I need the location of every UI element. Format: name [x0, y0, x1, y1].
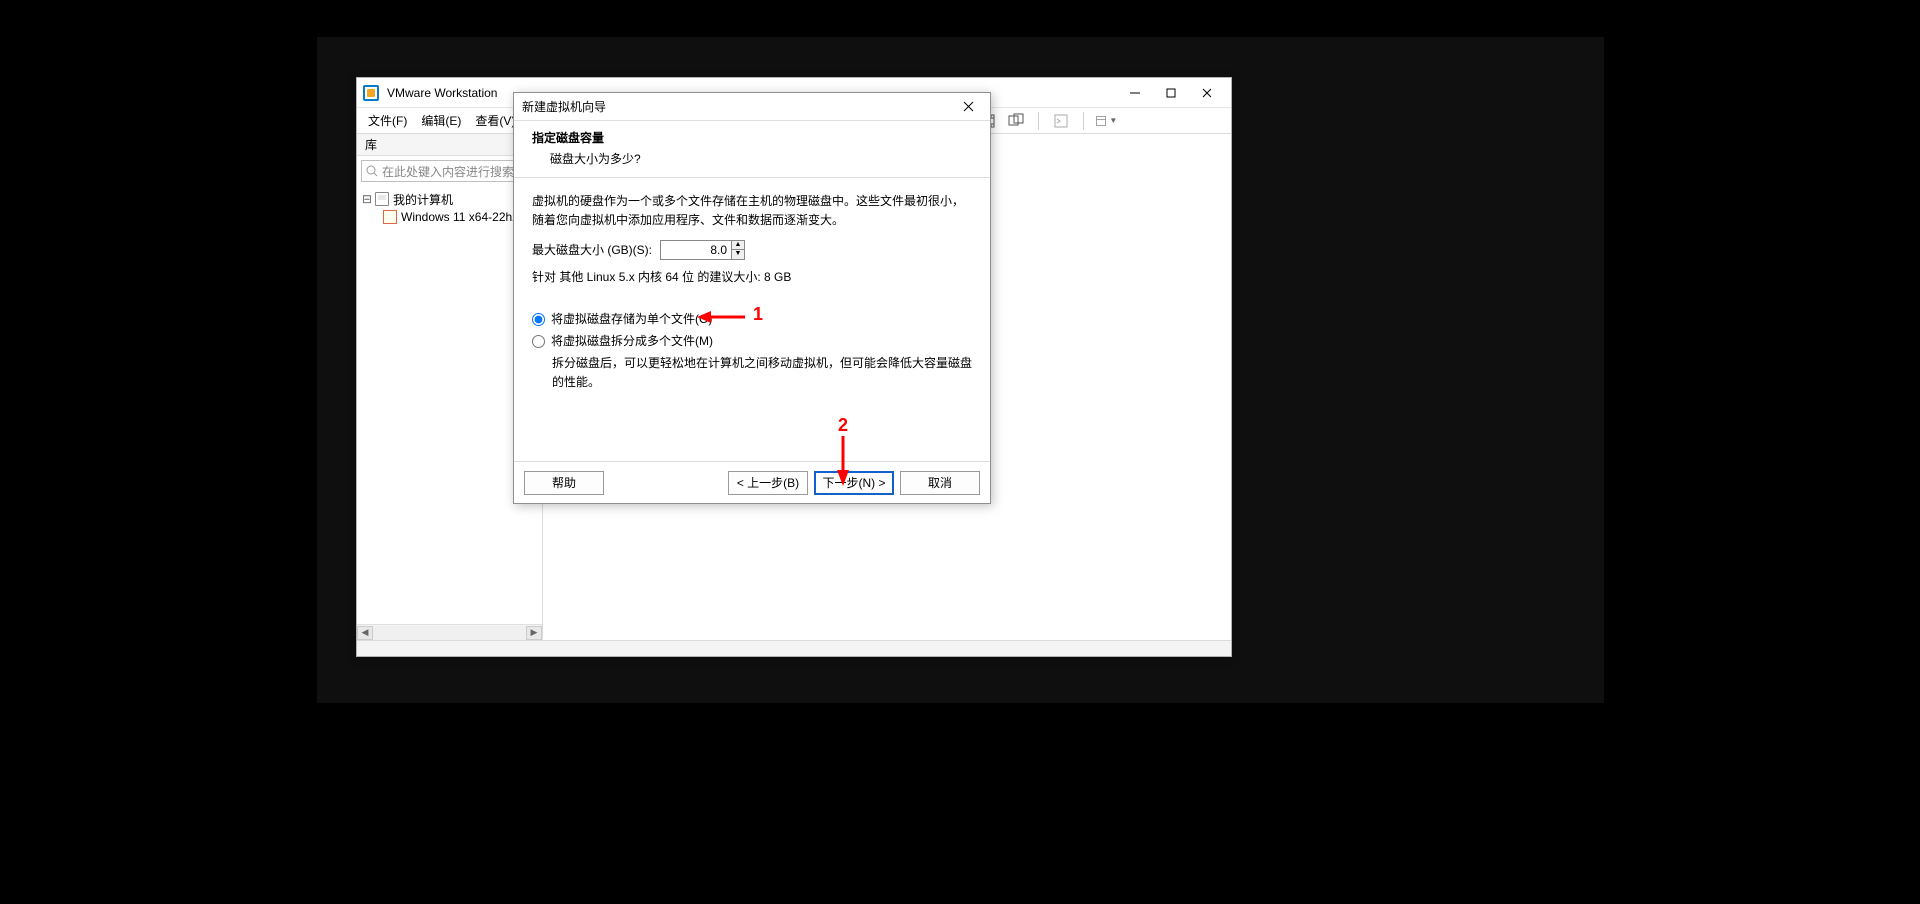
scroll-right-button[interactable]: ▶: [526, 626, 542, 640]
close-button[interactable]: [1189, 81, 1225, 105]
radio-single-file-input[interactable]: [532, 313, 545, 326]
menu-edit[interactable]: 编辑(E): [414, 108, 468, 133]
tree-collapse-icon[interactable]: ⊟: [361, 192, 373, 206]
toolbar-separator: [1038, 112, 1039, 130]
status-bar: [357, 640, 1231, 656]
back-button[interactable]: < 上一步(B): [728, 471, 808, 495]
dialog-heading: 指定磁盘容量: [532, 129, 972, 146]
help-button[interactable]: 帮助: [524, 471, 604, 495]
computer-icon: [375, 192, 389, 206]
tree-item-windows11[interactable]: Windows 11 x64-22h2: [361, 208, 538, 226]
layout-icon[interactable]: ▼: [1095, 110, 1117, 132]
sidebar-h-scrollbar[interactable]: ◀ ▶: [357, 624, 542, 640]
radio-split-files[interactable]: 将虚拟磁盘拆分成多个文件(M): [532, 332, 972, 351]
window-controls: [1117, 81, 1225, 105]
vm-icon: [383, 210, 397, 224]
radio-split-files-input[interactable]: [532, 335, 545, 348]
maximize-button[interactable]: [1153, 81, 1189, 105]
search-input[interactable]: 在此处键入内容进行搜索: [361, 160, 520, 182]
tree-root-my-computer[interactable]: ⊟ 我的计算机: [361, 190, 538, 208]
disk-description-text: 虚拟机的硬盘作为一个或多个文件存储在主机的物理磁盘中。这些文件最初很小，随着您向…: [532, 192, 972, 230]
disk-size-row: 最大磁盘大小 (GB)(S): ▲ ▼: [532, 240, 972, 260]
dialog-close-button[interactable]: [954, 96, 982, 118]
next-button[interactable]: 下一步(N) >: [814, 471, 894, 495]
tree-item-label: Windows 11 x64-22h2: [401, 210, 519, 224]
cancel-button[interactable]: 取消: [900, 471, 980, 495]
spin-up-button[interactable]: ▲: [731, 240, 745, 250]
dialog-subheading: 磁盘大小为多少?: [532, 150, 972, 167]
vmware-app-icon: [363, 85, 379, 101]
spin-down-button[interactable]: ▼: [731, 250, 745, 260]
radio-split-files-label: 将虚拟磁盘拆分成多个文件(M): [551, 332, 713, 351]
scroll-track[interactable]: [373, 626, 526, 640]
dialog-title: 新建虚拟机向导: [522, 98, 606, 115]
new-vm-wizard-dialog: 新建虚拟机向导 指定磁盘容量 磁盘大小为多少? 虚拟机的硬盘作为一个或多个文件存…: [513, 92, 991, 504]
dialog-titlebar: 新建虚拟机向导: [514, 93, 990, 121]
disk-size-spinner: ▲ ▼: [660, 240, 745, 260]
dialog-header: 指定磁盘容量 磁盘大小为多少?: [514, 121, 990, 178]
dialog-footer: 帮助 < 上一步(B) 下一步(N) > 取消: [514, 461, 990, 503]
close-icon: [963, 101, 974, 112]
search-icon: [366, 165, 378, 177]
minimize-button[interactable]: [1117, 81, 1153, 105]
spinner-buttons: ▲ ▼: [731, 240, 745, 260]
toolbar-separator: [1083, 112, 1084, 130]
search-placeholder: 在此处键入内容进行搜索: [382, 163, 514, 180]
radio-single-file[interactable]: 将虚拟磁盘存储为单个文件(O): [532, 310, 972, 329]
recommended-size-text: 针对 其他 Linux 5.x 内核 64 位 的建议大小: 8 GB: [532, 268, 972, 287]
scroll-left-button[interactable]: ◀: [357, 626, 373, 640]
dialog-body: 虚拟机的硬盘作为一个或多个文件存储在主机的物理磁盘中。这些文件最初很小，随着您向…: [514, 178, 990, 461]
menu-file[interactable]: 文件(F): [361, 108, 414, 133]
dropdown-caret-icon: ▼: [1109, 116, 1117, 125]
sidebar-title: 库: [365, 136, 377, 153]
stage: VMware Workstation 文件(F) 编辑(E) 查看(V) 虚拟机…: [0, 0, 1920, 904]
screenshot-frame: VMware Workstation 文件(F) 编辑(E) 查看(V) 虚拟机…: [317, 37, 1604, 703]
console-icon[interactable]: [1050, 110, 1072, 132]
split-description-text: 拆分磁盘后，可以更轻松地在计算机之间移动虚拟机，但可能会降低大容量磁盘的性能。: [532, 354, 972, 392]
tree-root-label: 我的计算机: [393, 191, 453, 208]
unity-icon[interactable]: [1005, 110, 1027, 132]
disk-size-label: 最大磁盘大小 (GB)(S):: [532, 241, 652, 260]
window-title: VMware Workstation: [387, 86, 497, 100]
radio-single-file-label: 将虚拟磁盘存储为单个文件(O): [551, 310, 712, 329]
disk-size-input[interactable]: [660, 240, 732, 260]
